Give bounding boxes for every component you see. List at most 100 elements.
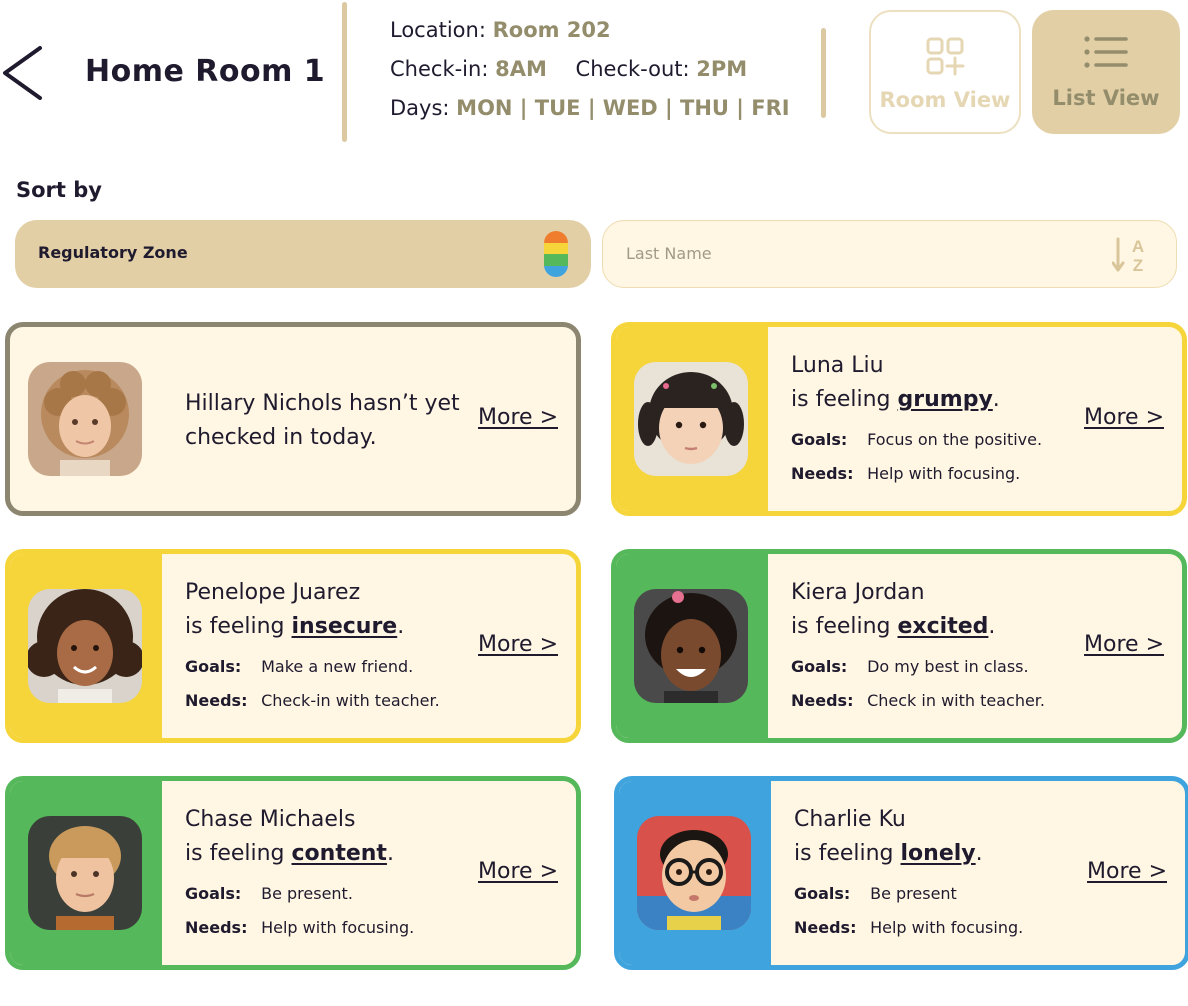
feeling-line: is feeling lonely. (794, 841, 983, 866)
needs-value: Help with focusing. (867, 464, 1021, 483)
schedule-info: Check-in: 8AM Check-out: 2PM (390, 57, 747, 81)
goals-value: Do my best in class. (867, 657, 1029, 676)
goals-value: Make a new friend. (261, 657, 414, 676)
student-name: Chase Michaels (185, 807, 356, 832)
page-title: Home Room 1 (85, 54, 326, 89)
needs-label: Needs: (791, 691, 854, 710)
student-photo (634, 362, 748, 476)
student-card[interactable]: Kiera Jordan is feeling excited. Goals: … (611, 549, 1187, 743)
sort-name-label: Last Name (626, 244, 712, 263)
more-link[interactable]: More > (1087, 859, 1167, 884)
feeling-suffix: . (975, 841, 983, 866)
needs-value: Check in with teacher. (867, 691, 1045, 710)
needs-label: Needs: (794, 918, 857, 937)
feeling-suffix: . (386, 841, 394, 866)
feeling-line: is feeling excited. (791, 614, 995, 639)
student-needs: Needs: Help with focusing. (185, 918, 414, 937)
more-link[interactable]: More > (478, 405, 558, 430)
goals-value: Focus on the positive. (867, 430, 1043, 449)
feeling-prefix: is feeling (791, 614, 898, 639)
feeling-suffix: . (397, 614, 405, 639)
needs-value: Help with focusing. (261, 918, 415, 937)
student-needs: Needs: Help with focusing. (794, 918, 1023, 937)
list-icon (1084, 36, 1128, 68)
zone-colors-icon (544, 231, 568, 277)
location-value: Room 202 (492, 18, 611, 42)
goals-label: Goals: (185, 657, 242, 676)
checkin-message: Hillary Nichols hasn’t yet checked in to… (185, 391, 460, 450)
student-name: Penelope Juarez (185, 580, 361, 605)
room-view-button[interactable]: Room View (869, 10, 1021, 134)
sort-az-icon: A Z (1112, 237, 1144, 275)
back-button[interactable] (0, 44, 48, 102)
feeling-prefix: is feeling (185, 614, 292, 639)
header: Home Room 1 Location: Room 202 Check-in:… (0, 0, 1188, 150)
zone-swatch (544, 242, 568, 254)
student-card[interactable]: Chase Michaels is feeling content. Goals… (5, 776, 581, 970)
needs-value: Check-in with teacher. (261, 691, 440, 710)
student-goals: Goals: Focus on the positive. (791, 430, 1042, 449)
zone-swatch (544, 231, 568, 243)
list-view-button[interactable]: List View (1032, 10, 1180, 134)
student-card[interactable]: Hillary Nichols hasn’t yet checked in to… (5, 322, 581, 516)
svg-text:Z: Z (1133, 256, 1143, 275)
sort-label: Sort by (16, 178, 102, 202)
student-photo (28, 589, 142, 703)
list-view-label: List View (1052, 86, 1160, 110)
more-link[interactable]: More > (1084, 405, 1164, 430)
student-name: Charlie Ku (794, 807, 906, 832)
needs-label: Needs: (185, 918, 248, 937)
header-divider (821, 28, 826, 118)
goals-label: Goals: (791, 430, 848, 449)
student-goals: Goals: Be present (794, 884, 957, 903)
student-photo (28, 816, 142, 930)
feeling-line: is feeling insecure. (185, 614, 404, 639)
student-photo (28, 362, 142, 476)
grid-add-icon (926, 37, 965, 76)
feeling-prefix: is feeling (185, 841, 292, 866)
student-goals: Goals: Do my best in class. (791, 657, 1029, 676)
checkout-value: 2PM (696, 57, 748, 81)
location-label: Location: (390, 18, 486, 42)
checkout-label: Check-out: (575, 57, 690, 81)
feeling-line: is feeling grumpy. (791, 387, 1000, 412)
student-card[interactable]: Charlie Ku is feeling lonely. Goals: Be … (614, 776, 1188, 970)
feeling-word: grumpy (897, 387, 993, 412)
header-divider (342, 2, 347, 142)
days-info: Days: MON | TUE | WED | THU | FRI (390, 96, 790, 120)
feeling-prefix: is feeling (794, 841, 901, 866)
chevron-left-icon (3, 46, 42, 100)
student-photo (637, 816, 751, 930)
student-card[interactable]: Penelope Juarez is feeling insecure. Goa… (5, 549, 581, 743)
location-info: Location: Room 202 (390, 18, 611, 42)
feeling-word: content (291, 841, 387, 866)
student-needs: Needs: Check-in with teacher. (185, 691, 440, 710)
needs-label: Needs: (185, 691, 248, 710)
student-needs: Needs: Check in with teacher. (791, 691, 1045, 710)
sort-last-name-button[interactable]: Last Name A Z (602, 220, 1177, 288)
more-link[interactable]: More > (478, 632, 558, 657)
needs-value: Help with focusing. (870, 918, 1024, 937)
goals-value: Be present. (261, 884, 353, 903)
student-needs: Needs: Help with focusing. (791, 464, 1020, 483)
student-photo (634, 589, 748, 703)
student-name: Luna Liu (791, 353, 884, 378)
feeling-word: insecure (291, 614, 398, 639)
feeling-suffix: . (992, 387, 1000, 412)
goals-label: Goals: (185, 884, 242, 903)
goals-label: Goals: (791, 657, 848, 676)
sort-regulatory-zone-button[interactable]: Regulatory Zone (15, 220, 591, 288)
more-link[interactable]: More > (1084, 632, 1164, 657)
feeling-prefix: is feeling (791, 387, 898, 412)
feeling-suffix: . (988, 614, 996, 639)
more-link[interactable]: More > (478, 859, 558, 884)
student-card[interactable]: Luna Liu is feeling grumpy. Goals: Focus… (611, 322, 1187, 516)
sort-zone-label: Regulatory Zone (38, 243, 188, 262)
days-label: Days: (390, 96, 450, 120)
student-goals: Goals: Make a new friend. (185, 657, 413, 676)
zone-swatch (544, 265, 568, 277)
needs-label: Needs: (791, 464, 854, 483)
zone-swatch (544, 254, 568, 266)
checkin-value: 8AM (495, 57, 547, 81)
days-value: MON | TUE | WED | THU | FRI (456, 96, 790, 120)
